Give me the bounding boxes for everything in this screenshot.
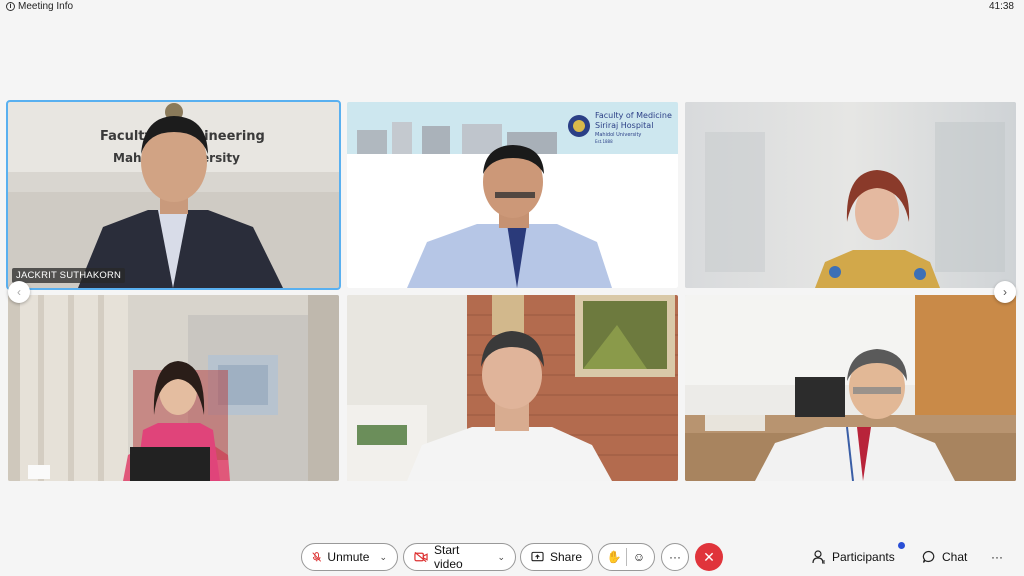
more-options-button[interactable]: ··· [661, 543, 689, 571]
reactions-group: ✋ ☺ [598, 543, 655, 571]
unmute-button[interactable]: Unmute ⌄ [301, 543, 398, 571]
muted-microphone-icon [312, 552, 322, 562]
participant-name-label: JACKRIT SUTHAKORN [12, 268, 126, 283]
video-tile-6[interactable] [685, 295, 1016, 481]
participant-video-3 [685, 102, 1016, 288]
chevron-down-icon: ⌄ [379, 551, 387, 562]
start-video-label: Start video [433, 543, 463, 571]
next-page-arrow[interactable]: › [994, 281, 1016, 303]
video-tile-1[interactable]: Faculty of Engineering Mahidol Universit… [6, 100, 341, 290]
close-icon: ✕ [703, 548, 715, 565]
emoji-reaction-icon[interactable]: ☺ [630, 550, 648, 564]
participants-label: Participants [832, 550, 895, 564]
logo-text-1: Faculty of Medicine [595, 111, 672, 120]
logo-text-2: Siriraj Hospital [595, 121, 653, 130]
chat-bubble-icon [922, 550, 935, 563]
participants-icon [812, 550, 825, 564]
chevron-right-icon: › [1003, 285, 1007, 299]
previous-page-arrow[interactable]: ‹ [8, 281, 30, 303]
chat-label: Chat [942, 550, 968, 564]
overflow-menu-icon: ··· [991, 550, 1003, 564]
participant-video-1: Faculty of Engineering Mahidol Universit… [8, 102, 339, 288]
meeting-info-label: Meeting Info [18, 1, 74, 12]
top-bar: i Meeting Info 41:38 [0, 0, 1024, 14]
overflow-menu-button[interactable]: ··· [991, 543, 1003, 571]
share-label: Share [549, 550, 582, 564]
participant-video-6 [685, 295, 1016, 481]
start-video-button[interactable]: Start video ⌄ [403, 543, 516, 571]
chevron-down-icon: ⌄ [497, 551, 505, 562]
participant-video-5 [347, 295, 678, 481]
participant-video-4 [8, 295, 339, 481]
divider [626, 548, 627, 566]
notification-badge [898, 542, 905, 549]
meeting-timer: 41:38 [988, 1, 1014, 12]
unmute-label: Unmute [327, 550, 370, 564]
video-off-icon [414, 551, 428, 563]
logo-text-3: Mahidol University [595, 132, 641, 138]
video-tile-4[interactable] [8, 295, 339, 481]
video-tile-2[interactable]: Faculty of Medicine Siriraj Hospital Mah… [347, 102, 678, 288]
share-screen-icon [531, 551, 544, 562]
meeting-info-button[interactable]: i Meeting Info [6, 1, 73, 12]
video-grid: Faculty of Engineering Mahidol Universit… [6, 100, 1018, 482]
more-options-icon: ··· [669, 550, 681, 564]
logo-text-4: Est.1888 [595, 139, 613, 144]
participant-video-2: Faculty of Medicine Siriraj Hospital Mah… [347, 102, 678, 288]
participants-button[interactable]: Participants [812, 543, 895, 571]
share-button[interactable]: Share [520, 543, 593, 571]
leave-meeting-button[interactable]: ✕ [695, 543, 723, 571]
chat-button[interactable]: Chat [922, 543, 967, 571]
meeting-controls-bar: Unmute ⌄ Start video ⌄ Share ✋ ☺ ··· ✕ P… [0, 542, 1024, 571]
raise-hand-icon[interactable]: ✋ [605, 550, 623, 564]
video-tile-5[interactable] [347, 295, 678, 481]
chevron-left-icon: ‹ [17, 285, 21, 299]
video-tile-3[interactable] [685, 102, 1016, 288]
info-icon: i [6, 2, 15, 11]
